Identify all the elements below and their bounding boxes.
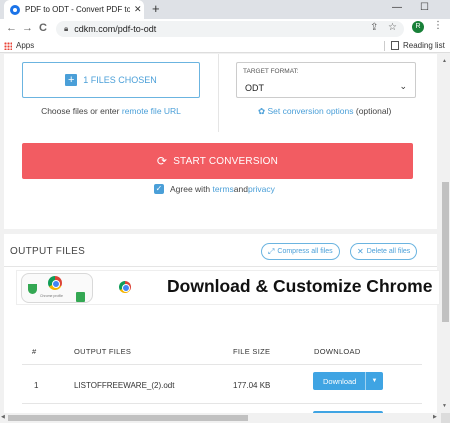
target-format-label: TARGET FORMAT:: [243, 68, 299, 75]
new-tab-button[interactable]: +: [152, 1, 160, 16]
chrome-ad-banner[interactable]: Chrome profile Download & Customize Chro…: [16, 270, 440, 305]
ad-illustration: Chrome profile: [21, 273, 93, 303]
ad-headline[interactable]: Download & Customize Chrome: [167, 276, 432, 297]
apps-bookmark[interactable]: Apps: [16, 41, 34, 50]
column-divider: [218, 54, 219, 132]
vertical-scroll-thumb[interactable]: [442, 182, 449, 322]
scroll-down-arrow-icon[interactable]: ▼: [442, 403, 447, 409]
chevron-down-icon: ⌄: [399, 81, 407, 91]
delete-all-button[interactable]: ✕ Delete all files: [350, 243, 418, 260]
share-icon[interactable]: ⇪: [370, 22, 378, 33]
reload-icon[interactable]: C: [39, 22, 47, 34]
address-url[interactable]: cdkm.com/pdf-to-odt: [74, 24, 156, 34]
browser-menu-icon[interactable]: ⋮: [433, 20, 443, 31]
row-file-size: 177.04 KB: [233, 381, 271, 390]
reading-list-button[interactable]: Reading list: [403, 41, 445, 50]
tab-strip: PDF to ODT - Convert PDF to OD ✕ + — ☐: [0, 0, 450, 19]
sync-icon: ⟳: [156, 154, 168, 168]
tab-title: PDF to ODT - Convert PDF to OD: [25, 5, 130, 14]
row-number: 1: [34, 381, 39, 390]
agree-terms: ✓ Agree with terms and privacy: [154, 184, 275, 194]
bookmark-star-icon[interactable]: ☆: [388, 22, 397, 33]
maximize-window-icon[interactable]: ☐: [420, 2, 429, 13]
start-conversion-label: START CONVERSION: [173, 155, 279, 167]
shield-icon: [28, 284, 37, 294]
browser-tab[interactable]: PDF to ODT - Convert PDF to OD ✕: [4, 0, 144, 19]
target-format-value: ODT: [245, 83, 264, 93]
column-header-download: DOWNLOAD: [314, 347, 361, 356]
table-row-divider: [22, 403, 422, 404]
output-files-card: OUTPUT FILES ⤢ Compress all files ✕ Dele…: [4, 234, 440, 413]
download-label: Download: [323, 376, 357, 386]
remote-file-url-link[interactable]: remote file URL: [122, 106, 181, 116]
horizontal-scroll-thumb[interactable]: [8, 415, 248, 421]
bookmarks-divider: [384, 41, 385, 51]
row-file-name: LISTOFFREEWARE_(2).odt: [74, 381, 175, 390]
set-conversion-options-link[interactable]: Set conversion options: [268, 106, 354, 116]
caret-down-icon[interactable]: ▼: [365, 372, 383, 390]
column-header-number: #: [32, 347, 37, 356]
agree-and: and: [233, 184, 248, 194]
compress-all-label: Compress all files: [277, 248, 333, 255]
chrome-small-logo-icon: [119, 281, 131, 293]
start-conversion-button[interactable]: ⟳ START CONVERSION: [22, 143, 413, 179]
download-button[interactable]: Download ▼: [313, 372, 383, 390]
chrome-logo-icon: [48, 276, 62, 290]
conversion-options: ✿ Set conversion options (optional): [258, 106, 391, 117]
delete-icon: ✕: [357, 247, 364, 256]
scroll-left-arrow-icon[interactable]: ◀: [1, 414, 5, 420]
column-header-output-files: OUTPUT FILES: [74, 347, 132, 356]
compress-icon: ⤢: [268, 246, 275, 256]
scroll-right-arrow-icon[interactable]: ▶: [433, 414, 437, 420]
choose-files-button[interactable]: + 1 FILES CHOSEN: [22, 62, 200, 98]
privacy-link[interactable]: privacy: [248, 184, 275, 194]
profile-avatar[interactable]: R: [412, 21, 424, 33]
bookmarks-bar: Apps Reading list: [0, 39, 450, 53]
close-tab-icon[interactable]: ✕: [134, 4, 142, 15]
gear-icon: ✿: [258, 106, 266, 116]
agree-prefix: Agree with: [170, 184, 211, 194]
output-divider: [4, 266, 437, 267]
browser-toolbar: ← → C 🔒︎ cdkm.com/pdf-to-odt ⇪ ☆: [0, 19, 450, 39]
site-favicon-icon: [10, 4, 20, 15]
page-viewport: + 1 FILES CHOSEN Choose files or enter r…: [0, 54, 441, 413]
output-files-title: OUTPUT FILES: [10, 246, 86, 257]
choose-files-text: Choose files or enter: [41, 106, 122, 116]
column-header-file-size: FILE SIZE: [233, 347, 271, 356]
plus-icon: +: [65, 74, 78, 86]
delete-all-label: Delete all files: [366, 248, 411, 255]
terms-link[interactable]: terms: [213, 184, 234, 194]
scroll-up-arrow-icon[interactable]: ▲: [442, 58, 447, 64]
horizontal-scrollbar[interactable]: ◀ ▶: [0, 413, 441, 423]
agree-checkbox[interactable]: ✓: [154, 184, 164, 194]
optional-label: (optional): [353, 106, 392, 116]
target-format-select[interactable]: TARGET FORMAT: ODT ⌄: [236, 62, 416, 98]
reading-list-icon[interactable]: [391, 41, 399, 50]
ad-caption: Chrome profile: [40, 294, 63, 298]
minimize-window-icon[interactable]: —: [392, 2, 402, 13]
table-row-divider: [22, 364, 422, 365]
files-chosen-label: 1 FILES CHOSEN: [83, 75, 157, 85]
apps-grid-icon[interactable]: [4, 42, 12, 50]
lock-icon: 🔒︎: [64, 24, 69, 33]
back-arrow-icon[interactable]: ←: [6, 22, 17, 34]
vertical-scrollbar[interactable]: ▲ ▼: [441, 54, 450, 413]
scrollbar-corner: [441, 413, 450, 423]
forward-arrow-icon[interactable]: →: [22, 22, 33, 34]
address-bar[interactable]: 🔒︎ cdkm.com/pdf-to-odt: [56, 21, 404, 37]
choose-files-hint: Choose files or enter remote file URL: [22, 106, 200, 116]
extension-icon: [76, 292, 85, 302]
compress-all-button[interactable]: ⤢ Compress all files: [261, 243, 340, 260]
converter-card: + 1 FILES CHOSEN Choose files or enter r…: [4, 54, 437, 229]
